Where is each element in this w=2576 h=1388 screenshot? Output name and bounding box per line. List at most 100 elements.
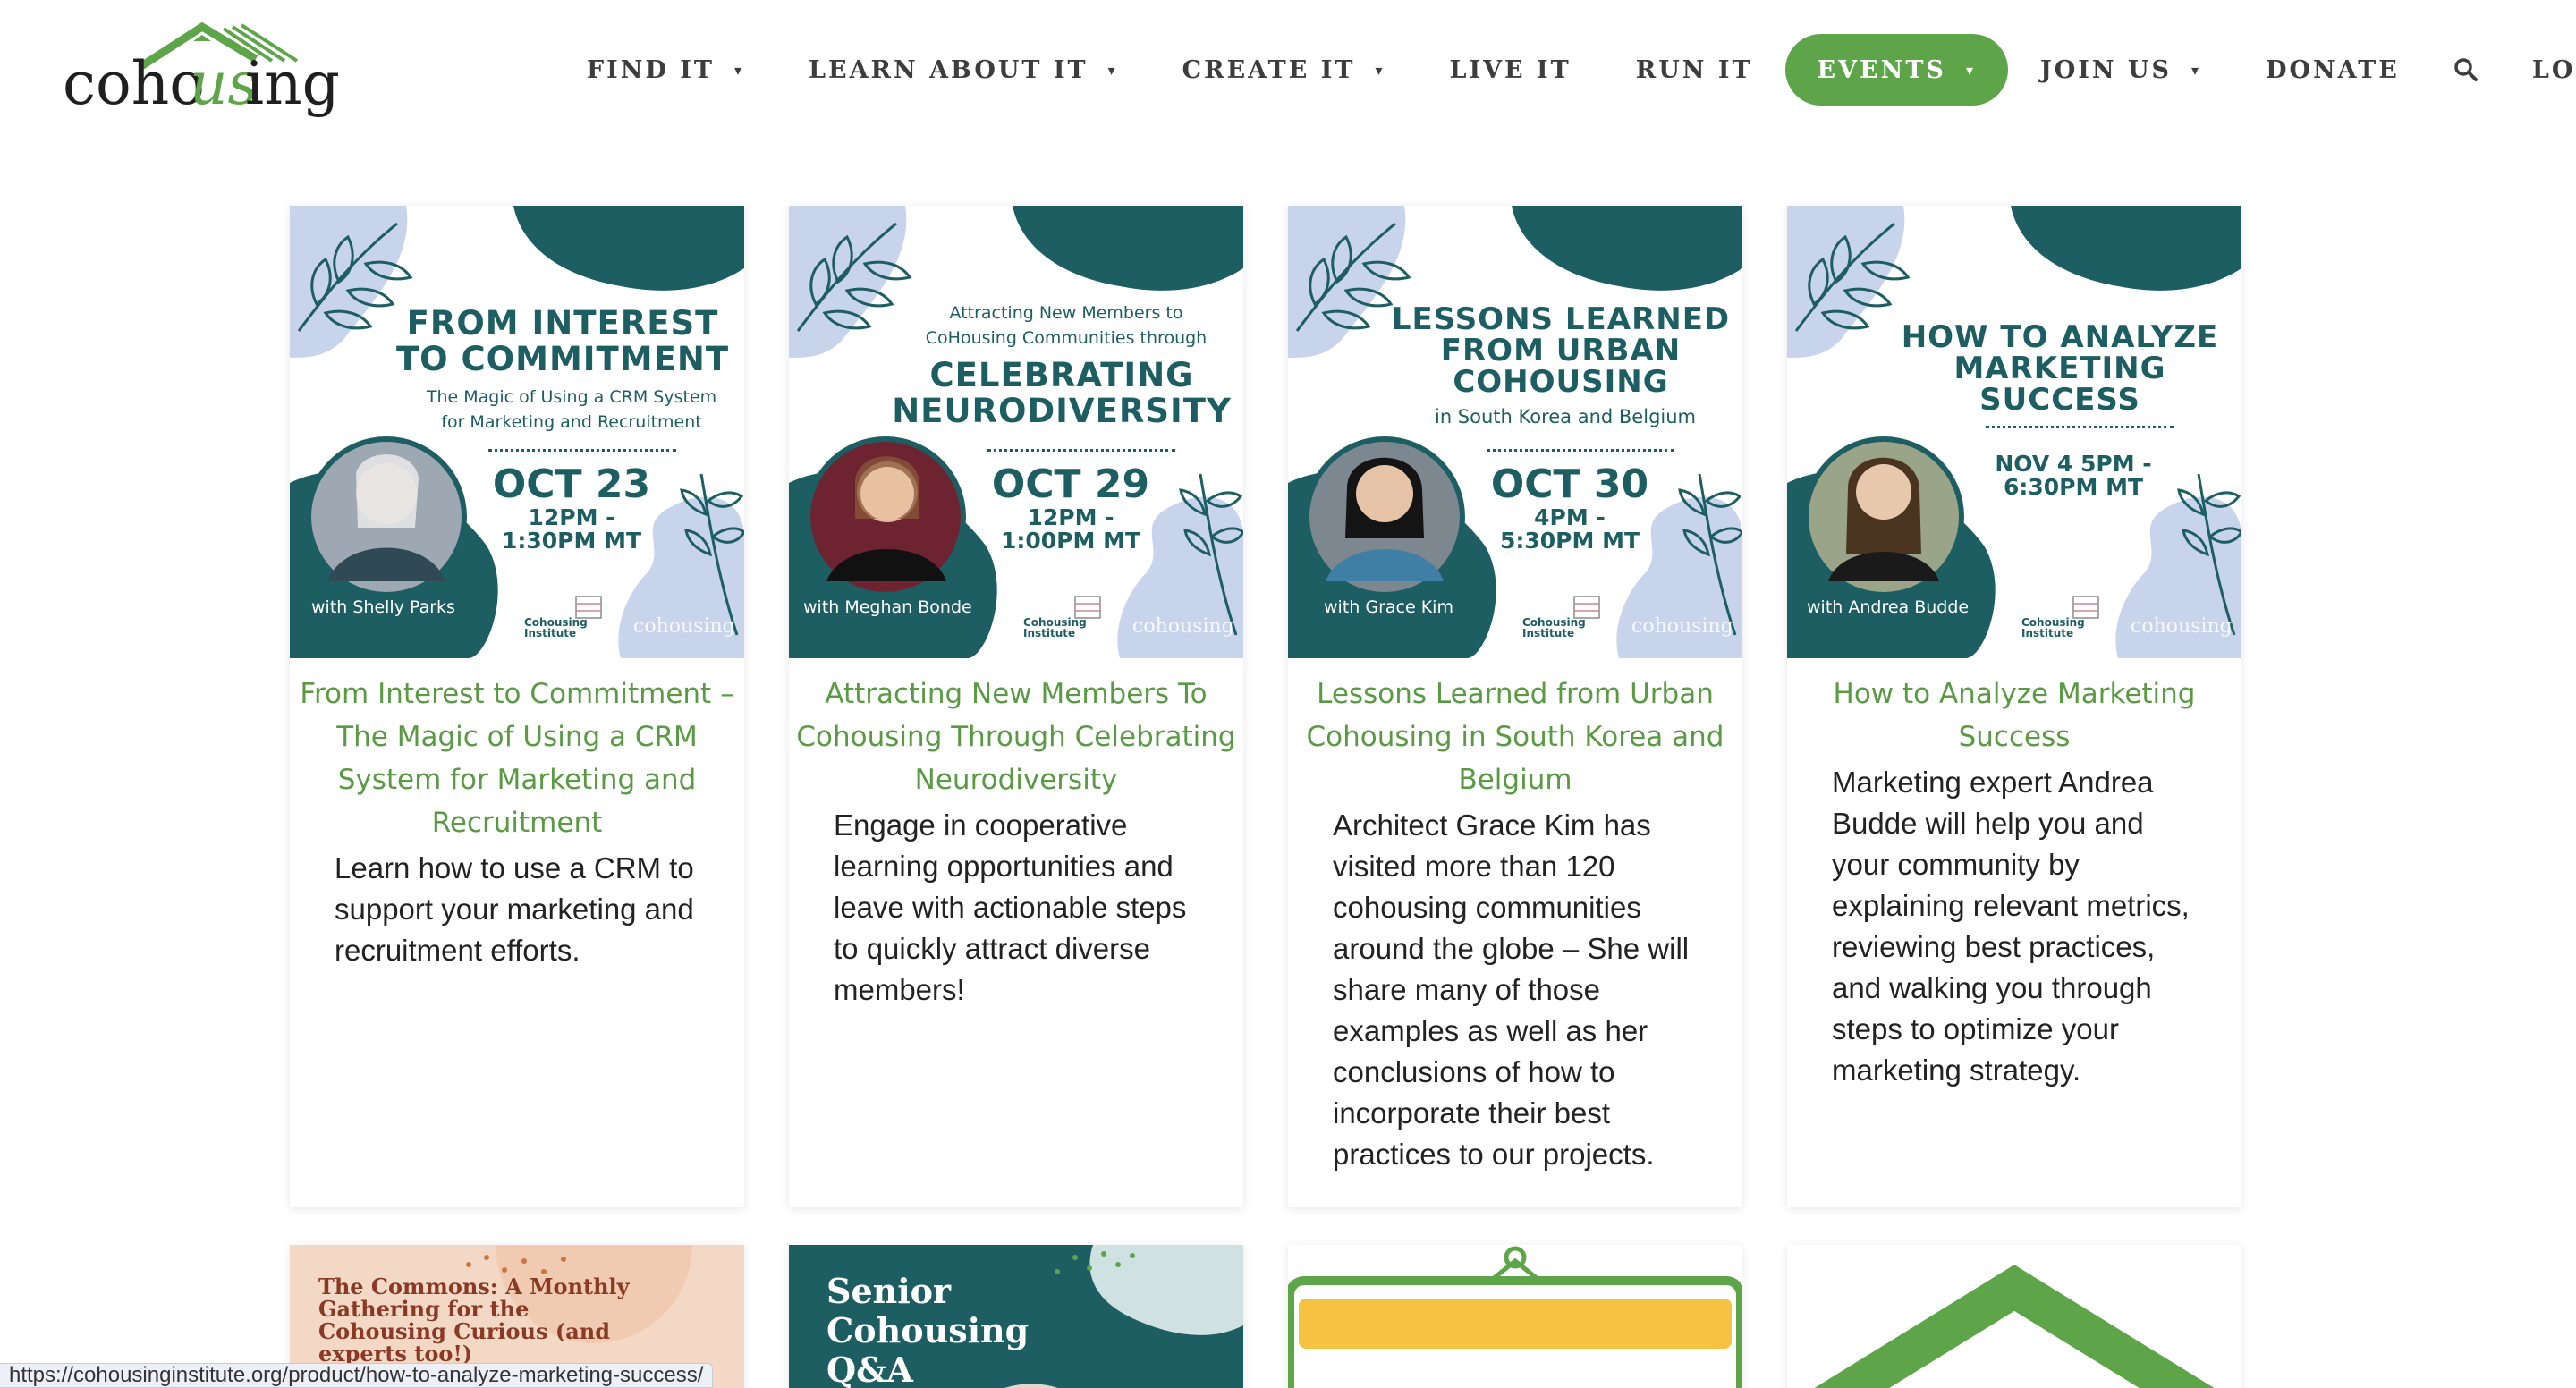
nav-find-it[interactable]: FIND IT ▾ [555, 34, 776, 106]
event-flyer-image[interactable]: FROM INTEREST TO COMMITMENT The Magic of… [290, 206, 744, 658]
chevron-down-icon: ▾ [1107, 61, 1118, 79]
nav-label: JOIN US [2039, 55, 2173, 84]
nav-log-in[interactable]: LOG IN [2500, 34, 2576, 106]
flyer-time-line: NOV 4 5PM - [1995, 451, 2152, 477]
event-flyer-image[interactable]: HOW TO ANALYZE MARKETING SUCCESS NOV 4 5… [1787, 206, 2241, 658]
nav-live-it[interactable]: LIVE IT [1417, 34, 1603, 106]
flyer-cohousing-mark: cohousing [633, 615, 735, 638]
flyer-presenter: with Grace Kim [1324, 597, 1453, 617]
flyer-graphics [1787, 206, 2241, 658]
site-logo[interactable]: coho us ing [59, 20, 345, 127]
event-card[interactable]: Attracting New Members to CoHousing Comm… [789, 206, 1243, 1207]
flyer-title-line: HOW TO ANALYZE [1901, 319, 2219, 355]
flyer-presenter: with Andrea Budde [1807, 597, 1970, 617]
nav-learn-about-it[interactable]: LEARN ABOUT IT ▾ [776, 34, 1150, 106]
flyer-title-line: FROM URBAN [1440, 333, 1682, 368]
flyer-subtitle-line: in South Korea and Belgium [1434, 406, 1696, 427]
event-flyer-image[interactable]: Senior Cohousing Q&A [789, 1245, 1243, 1388]
flyer-date: OCT 30 [1490, 461, 1649, 507]
event-card[interactable] [1288, 1245, 1742, 1388]
flyer-text-line: Cohousing [826, 1310, 1030, 1350]
event-card[interactable]: FROM INTEREST TO COMMITMENT The Magic of… [290, 206, 744, 1207]
event-flyer-image[interactable]: Attracting New Members to CoHousing Comm… [789, 206, 1243, 658]
flyer-pretitle-line: CoHousing Communities through [925, 328, 1208, 348]
nav-join-us[interactable]: JOIN US ▾ [2008, 34, 2233, 106]
event-description: Engage in cooperative learning opportuni… [834, 808, 1187, 1006]
nav-label: FIND IT [587, 55, 716, 84]
flyer-cohousing-mark: cohousing [1132, 615, 1234, 638]
event-description: Learn how to use a CRM to support your m… [335, 851, 694, 967]
logo-text-left: coho [63, 49, 205, 118]
nav-events[interactable]: EVENTS ▾ [1784, 34, 2008, 106]
flyer-graphics [789, 206, 1243, 658]
event-description: Marketing expert Andrea Budde will help … [1832, 766, 2190, 1087]
flyer-cohousing-mark: cohousing [2131, 615, 2233, 638]
flyer-title-line: SUCCESS [1979, 382, 2140, 418]
nav-create-it[interactable]: CREATE IT ▾ [1150, 34, 1418, 106]
flyer-graphics [1288, 206, 1742, 658]
flyer-date: OCT 29 [991, 461, 1150, 507]
flyer-date: OCT 23 [492, 461, 651, 507]
flyer-ci-line: Institute [1522, 627, 1575, 639]
flyer-subtitle-line: The Magic of Using a CRM System [426, 387, 717, 407]
cohousing-logo-icon: coho us ing [63, 21, 340, 118]
flyer-text-line: Q&A [826, 1350, 913, 1388]
search-icon [2454, 58, 2478, 81]
event-flyer-image[interactable]: LESSONS LEARNED FROM URBAN COHOUSING in … [1288, 206, 1742, 658]
nav-label: EVENTS [1817, 55, 1946, 84]
event-card[interactable]: Senior Cohousing Q&A [789, 1245, 1243, 1388]
flyer-divider [1986, 426, 2174, 428]
chevron-down-icon: ▾ [734, 61, 745, 79]
nav-label: CREATE IT [1182, 55, 1356, 84]
nav-run-it[interactable]: RUN IT [1604, 34, 1785, 106]
flyer-title-line: CELEBRATING [929, 356, 1194, 394]
event-card[interactable]: HOW TO ANALYZE MARKETING SUCCESS NOV 4 5… [1787, 206, 2241, 1207]
event-title-link[interactable]: Lessons Learned from Urban Cohousing in … [1288, 658, 1742, 801]
event-flyer-image[interactable] [1787, 1245, 2241, 1388]
flyer-ci-line: Institute [2021, 627, 2074, 639]
flyer-divider [1487, 449, 1674, 452]
flyer-presenter: with Meghan Bonde [803, 597, 972, 617]
flyer-time-line: 12PM - [528, 504, 615, 530]
search-button[interactable] [2448, 34, 2484, 106]
browser-status-url: https://cohousinginstitute.org/product/h… [0, 1363, 714, 1388]
flyer-text-line: Senior [826, 1271, 952, 1311]
event-title-link[interactable]: Attracting New Members To Cohousing Thro… [789, 658, 1243, 801]
event-card[interactable] [1787, 1245, 2241, 1388]
event-flyer-image[interactable] [1288, 1245, 1742, 1388]
flyer-text-line: experts too!) [318, 1341, 473, 1367]
site-header: coho us ing FIND IT ▾ LEARN ABOUT IT ▾ C… [0, 0, 2576, 143]
flyer-time-line: 6:30PM MT [2003, 474, 2144, 500]
event-title-link[interactable]: How to Analyze Marketing Success [1787, 658, 2241, 758]
logo-text-right: ing [245, 49, 340, 118]
calendar-icon [1288, 1246, 1742, 1388]
house-roof-icon [1814, 1265, 2215, 1388]
nav-label: DONATE [2266, 55, 2400, 84]
flyer-title-line: TO COMMITMENT [395, 340, 730, 378]
event-description: Architect Grace Kim has visited more tha… [1333, 808, 1690, 1171]
nav-donate[interactable]: DONATE [2233, 34, 2432, 106]
flyer-time-line: 1:30PM MT [501, 528, 642, 554]
flyer-ci-line: Institute [524, 627, 577, 639]
event-card[interactable]: LESSONS LEARNED FROM URBAN COHOUSING in … [1288, 206, 1742, 1207]
chevron-down-icon: ▾ [1965, 61, 1976, 79]
chevron-down-icon: ▾ [1375, 61, 1385, 79]
flyer-time-line: 5:30PM MT [1499, 528, 1640, 554]
flyer-ci-line: Institute [1023, 627, 1076, 639]
chevron-down-icon: ▾ [2191, 61, 2202, 79]
main-nav: FIND IT ▾ LEARN ABOUT IT ▾ CREATE IT ▾ L… [555, 32, 2576, 107]
flyer-title-line: MARKETING [1953, 351, 2166, 386]
flyer-time-line: 1:00PM MT [1000, 528, 1141, 554]
nav-label: RUN IT [1635, 55, 1753, 84]
flyer-divider [488, 449, 676, 452]
flyer-title-line: LESSONS LEARNED [1391, 301, 1731, 337]
flyer-cohousing-mark: cohousing [1631, 615, 1733, 638]
flyer-title-line: FROM INTEREST [406, 304, 719, 343]
flyer-text-line: The Commons: A Monthly [318, 1274, 630, 1299]
flyer-presenter: with Shelly Parks [311, 597, 455, 617]
flyer-text-line: Gathering for the [318, 1296, 530, 1322]
flyer-title-line: COHOUSING [1453, 364, 1669, 400]
flyer-divider [987, 449, 1175, 452]
flyer-time-line: 4PM - [1534, 504, 1606, 530]
event-title-link[interactable]: From Interest to Commitment – The Magic … [290, 658, 744, 844]
